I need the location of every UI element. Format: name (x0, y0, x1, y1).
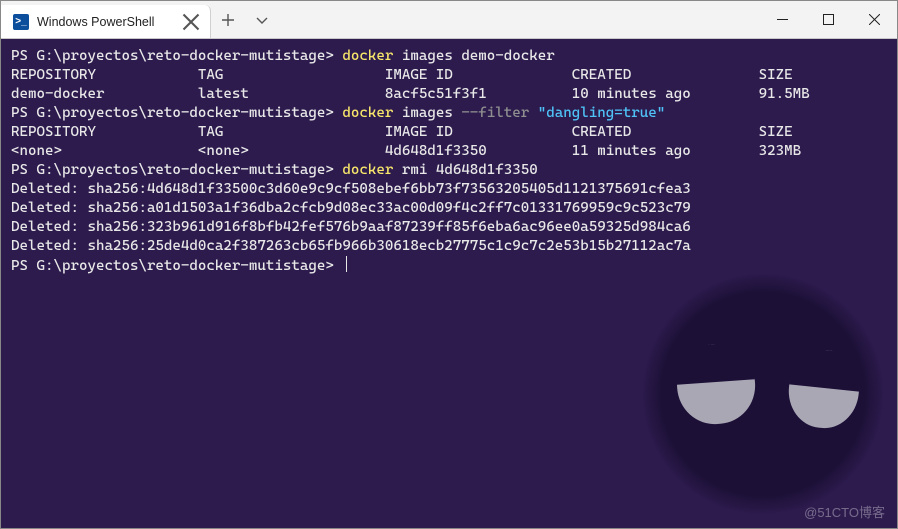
maximize-button[interactable] (805, 1, 851, 38)
terminal-line: PS G:\proyectos\reto-docker-mutistage> d… (11, 104, 887, 123)
powershell-icon: >_ (13, 14, 29, 30)
face-icon (643, 274, 883, 514)
prompt: PS G:\proyectos\reto-docker-mutistage> (11, 162, 342, 178)
terminal-line: PS G:\proyectos\reto-docker-mutistage> (11, 256, 887, 276)
prompt: PS G:\proyectos\reto-docker-mutistage> (11, 48, 342, 64)
powershell-window: >_ Windows PowerShell PS G:\proyectos\re… (0, 0, 898, 529)
terminal-line: Deleted: sha256:4d648d1f33500c3d60e9c9cf… (11, 180, 887, 199)
tab-label: Windows PowerShell (37, 15, 174, 29)
cmd-token: --filter (461, 105, 537, 121)
close-window-button[interactable] (851, 1, 897, 38)
titlebar-drag-area[interactable] (279, 1, 759, 38)
close-tab-button[interactable] (182, 13, 200, 31)
new-tab-button[interactable] (211, 1, 245, 38)
titlebar: >_ Windows PowerShell (1, 1, 897, 39)
terminal-line: Deleted: sha256:a01d1503a1f36dba2cfcb9d0… (11, 199, 887, 218)
cmd-token: "dangling=true" (538, 105, 665, 121)
cursor (346, 256, 347, 272)
tab-powershell[interactable]: >_ Windows PowerShell (1, 5, 211, 38)
terminal-line: Deleted: sha256:25de4d0ca2f387263cb65fb9… (11, 237, 887, 256)
terminal[interactable]: PS G:\proyectos\reto-docker-mutistage> d… (1, 39, 897, 528)
cmd-token: rmi 4d648d1f3350 (393, 162, 537, 178)
cmd-token: images demo-docker (393, 48, 554, 64)
prompt: PS G:\proyectos\reto-docker-mutistage> (11, 258, 342, 274)
terminal-line: PS G:\proyectos\reto-docker-mutistage> d… (11, 47, 887, 66)
terminal-line: demo-docker latest 8acf5c51f3f1 10 minut… (11, 85, 887, 104)
cmd-token: docker (342, 105, 393, 121)
terminal-line: PS G:\proyectos\reto-docker-mutistage> d… (11, 161, 887, 180)
terminal-line: Deleted: sha256:323b961d916f8bfb42fef576… (11, 218, 887, 237)
cmd-token: docker (342, 162, 393, 178)
terminal-line: REPOSITORY TAG IMAGE ID CREATED SIZE (11, 123, 887, 142)
terminal-line: <none> <none> 4d648d1f3350 11 minutes ag… (11, 142, 887, 161)
minimize-button[interactable] (759, 1, 805, 38)
terminal-line: REPOSITORY TAG IMAGE ID CREATED SIZE (11, 66, 887, 85)
watermark: @51CTO博客 (804, 503, 885, 522)
cmd-token: images (393, 105, 461, 121)
tab-dropdown-button[interactable] (245, 1, 279, 38)
cmd-token: docker (342, 48, 393, 64)
prompt: PS G:\proyectos\reto-docker-mutistage> (11, 105, 342, 121)
